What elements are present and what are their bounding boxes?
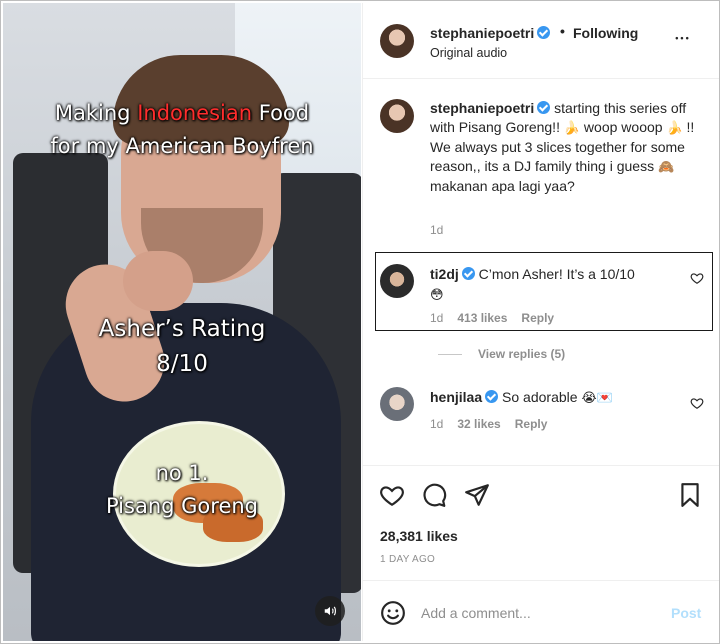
view-replies-button[interactable]: View replies (5) <box>438 347 565 361</box>
header-separator: • <box>560 23 565 39</box>
caption-avatar[interactable] <box>380 99 414 133</box>
video-title-line2: for my American Boyfren <box>50 134 314 158</box>
title-suffix: Food <box>252 101 310 125</box>
header-username[interactable]: stephaniepoetri <box>430 25 551 41</box>
sound-toggle-button[interactable] <box>315 596 345 626</box>
comment-timestamp[interactable]: 1d <box>430 311 443 325</box>
banana-emoji-icon: 🍌 <box>666 121 683 136</box>
comment-username[interactable]: henjilaa <box>430 389 482 405</box>
heart-icon[interactable] <box>379 482 405 508</box>
flushed-emoji-icon: 😳 <box>430 288 444 303</box>
replies-divider <box>438 354 462 356</box>
comment-ti2dj: ti2dj C’mon Asher! It’s a 10/10 😳 <box>430 264 670 306</box>
caption-timestamp[interactable]: 1d <box>430 223 443 237</box>
rating-label: Asher’s Rating <box>98 316 266 342</box>
rating-value: 8/10 <box>156 351 208 377</box>
comment-likes[interactable]: 413 likes <box>457 311 507 325</box>
post-date[interactable]: 1 DAY AGO <box>380 554 435 565</box>
verified-badge-icon <box>461 267 475 280</box>
comment-like-heart-icon[interactable] <box>690 396 704 410</box>
more-options-button[interactable]: ••• <box>671 29 695 49</box>
caption-username[interactable]: stephaniepoetri <box>430 100 534 116</box>
comment-avatar-ti2dj[interactable] <box>380 264 414 298</box>
video-overlay-rating: Asher’s Rating 8/10 <box>3 312 361 382</box>
comment-meta-ti2dj: 1d 413 likes Reply <box>430 311 554 325</box>
verified-badge-icon <box>537 26 551 39</box>
comments-section[interactable]: stephaniepoetri starting this series off… <box>363 80 719 464</box>
reply-button[interactable]: Reply <box>515 417 548 431</box>
smiley-icon[interactable] <box>380 600 406 626</box>
banana-emoji-icon: 🍌 <box>563 121 581 136</box>
post-likes-count[interactable]: 28,381 likes <box>380 528 458 544</box>
following-button[interactable]: Following <box>573 25 638 41</box>
instagram-post-modal: Making Indonesian Food for my American B… <box>0 0 720 644</box>
view-replies-label[interactable]: View replies (5) <box>478 347 565 361</box>
share-icon[interactable] <box>464 482 490 508</box>
post-caption: stephaniepoetri starting this series off… <box>430 99 702 196</box>
item-number: no 1. <box>155 461 209 485</box>
comment-composer: Post <box>363 580 719 641</box>
caption-time[interactable]: 1d <box>430 223 443 237</box>
comment-text: C’mon Asher! It’s a 10/10 <box>474 266 635 282</box>
comment-timestamp[interactable]: 1d <box>430 417 443 431</box>
video-overlay-title: Making Indonesian Food for my American B… <box>3 97 361 163</box>
original-audio-link[interactable]: Original audio <box>430 46 507 60</box>
post-header: stephaniepoetri • Following Original aud… <box>363 3 719 79</box>
add-comment-input[interactable] <box>421 601 651 625</box>
monkey-emoji-icon: 🙈 <box>658 160 675 175</box>
comment-text: So adorable <box>498 389 582 405</box>
post-video[interactable]: Making Indonesian Food for my American B… <box>3 3 361 641</box>
verified-badge-icon <box>537 101 551 114</box>
comment-likes[interactable]: 32 likes <box>457 417 500 431</box>
title-prefix: Making <box>54 101 138 125</box>
crying-emoji-icon: 😭💌 <box>581 391 613 406</box>
caption-text-4: makanan apa lagi yaa? <box>430 178 575 194</box>
comment-henjilaa: henjilaa So adorable 😭💌 <box>430 387 670 409</box>
video-person-hand <box>123 251 193 311</box>
item-name: Pisang Goreng <box>105 494 258 518</box>
comment-avatar-henjilaa[interactable] <box>380 387 414 421</box>
comment-meta-henjilaa: 1d 32 likes Reply <box>430 417 547 431</box>
more-horizontal-icon: ••• <box>675 33 691 43</box>
bookmark-icon[interactable] <box>677 482 703 508</box>
comment-icon[interactable] <box>421 482 447 508</box>
avatar[interactable] <box>380 24 414 58</box>
verified-badge-icon <box>485 390 499 403</box>
video-overlay-item: no 1. Pisang Goreng <box>3 457 361 523</box>
video-title-line1: Making Indonesian Food <box>3 97 361 130</box>
comment-username[interactable]: ti2dj <box>430 266 459 282</box>
speaker-icon <box>324 606 336 616</box>
post-details-panel: stephaniepoetri • Following Original aud… <box>362 3 719 641</box>
post-comment-button[interactable]: Post <box>671 605 701 621</box>
post-actions: 28,381 likes 1 DAY AGO <box>363 465 719 579</box>
reply-button[interactable]: Reply <box>521 311 554 325</box>
title-accent-word: Indonesian <box>137 101 253 125</box>
header-username-text[interactable]: stephaniepoetri <box>430 25 534 41</box>
caption-text-2: woop wooop <box>580 119 667 135</box>
comment-like-heart-icon[interactable] <box>690 271 704 285</box>
